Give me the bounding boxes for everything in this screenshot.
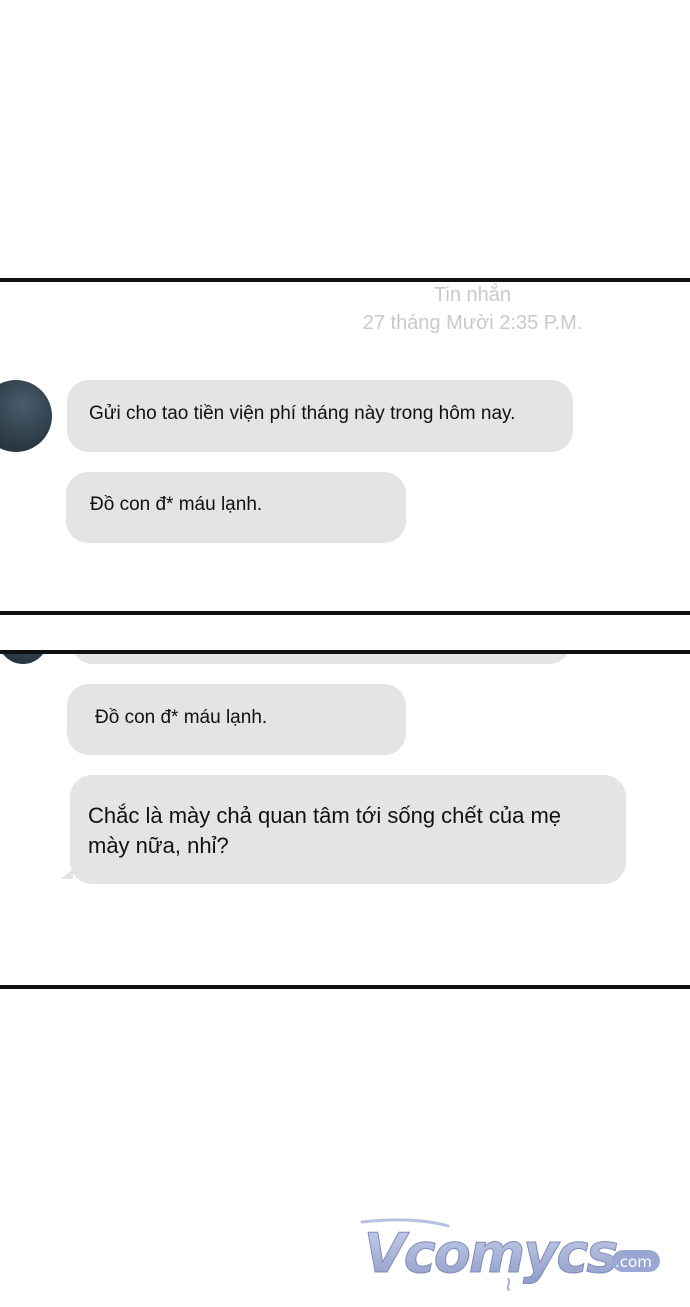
message-text: Gửi cho tao tiền viện phí tháng này tron…: [89, 403, 516, 424]
panel-border-bottom-2: [0, 985, 690, 989]
watermark-suffix: .com: [615, 1253, 652, 1271]
message-bubble[interactable]: Đồ con đ* máu lạnh.: [66, 472, 406, 543]
message-bubble[interactable]: Đồ con đ* máu lạnh.: [67, 684, 406, 755]
panel-border-bottom-1: [0, 611, 690, 615]
message-bubble-tail: [61, 869, 73, 879]
conversation-label: Tin nhắn: [433, 284, 512, 306]
message-bubble-partial: [72, 654, 570, 664]
message-text: Đồ con đ* máu lạnh.: [95, 707, 268, 728]
message-bubble[interactable]: Gửi cho tao tiền viện phí tháng này tron…: [67, 380, 573, 452]
contact-avatar-partial: [0, 654, 48, 664]
conversation-timestamp: 27 tháng Mười 2:35 P.M.: [362, 312, 583, 334]
site-watermark-logo: Vcomycs .com: [360, 1218, 660, 1291]
contact-avatar[interactable]: [0, 380, 52, 452]
message-panel-1: Tin nhắn 27 tháng Mười 2:35 P.M. Gửi cho…: [0, 282, 690, 612]
message-text: Chắc là mày chả quan tâm tới sống chết c…: [88, 803, 561, 858]
message-panel-2: Đồ con đ* máu lạnh. Chắc là mày chả quan…: [0, 654, 690, 985]
message-bubble[interactable]: Chắc là mày chả quan tâm tới sống chết c…: [70, 775, 626, 884]
watermark-text: Vcomycs: [364, 1222, 617, 1285]
message-text: Đồ con đ* máu lạnh.: [90, 494, 263, 515]
watermark-flourish: [506, 1277, 511, 1291]
